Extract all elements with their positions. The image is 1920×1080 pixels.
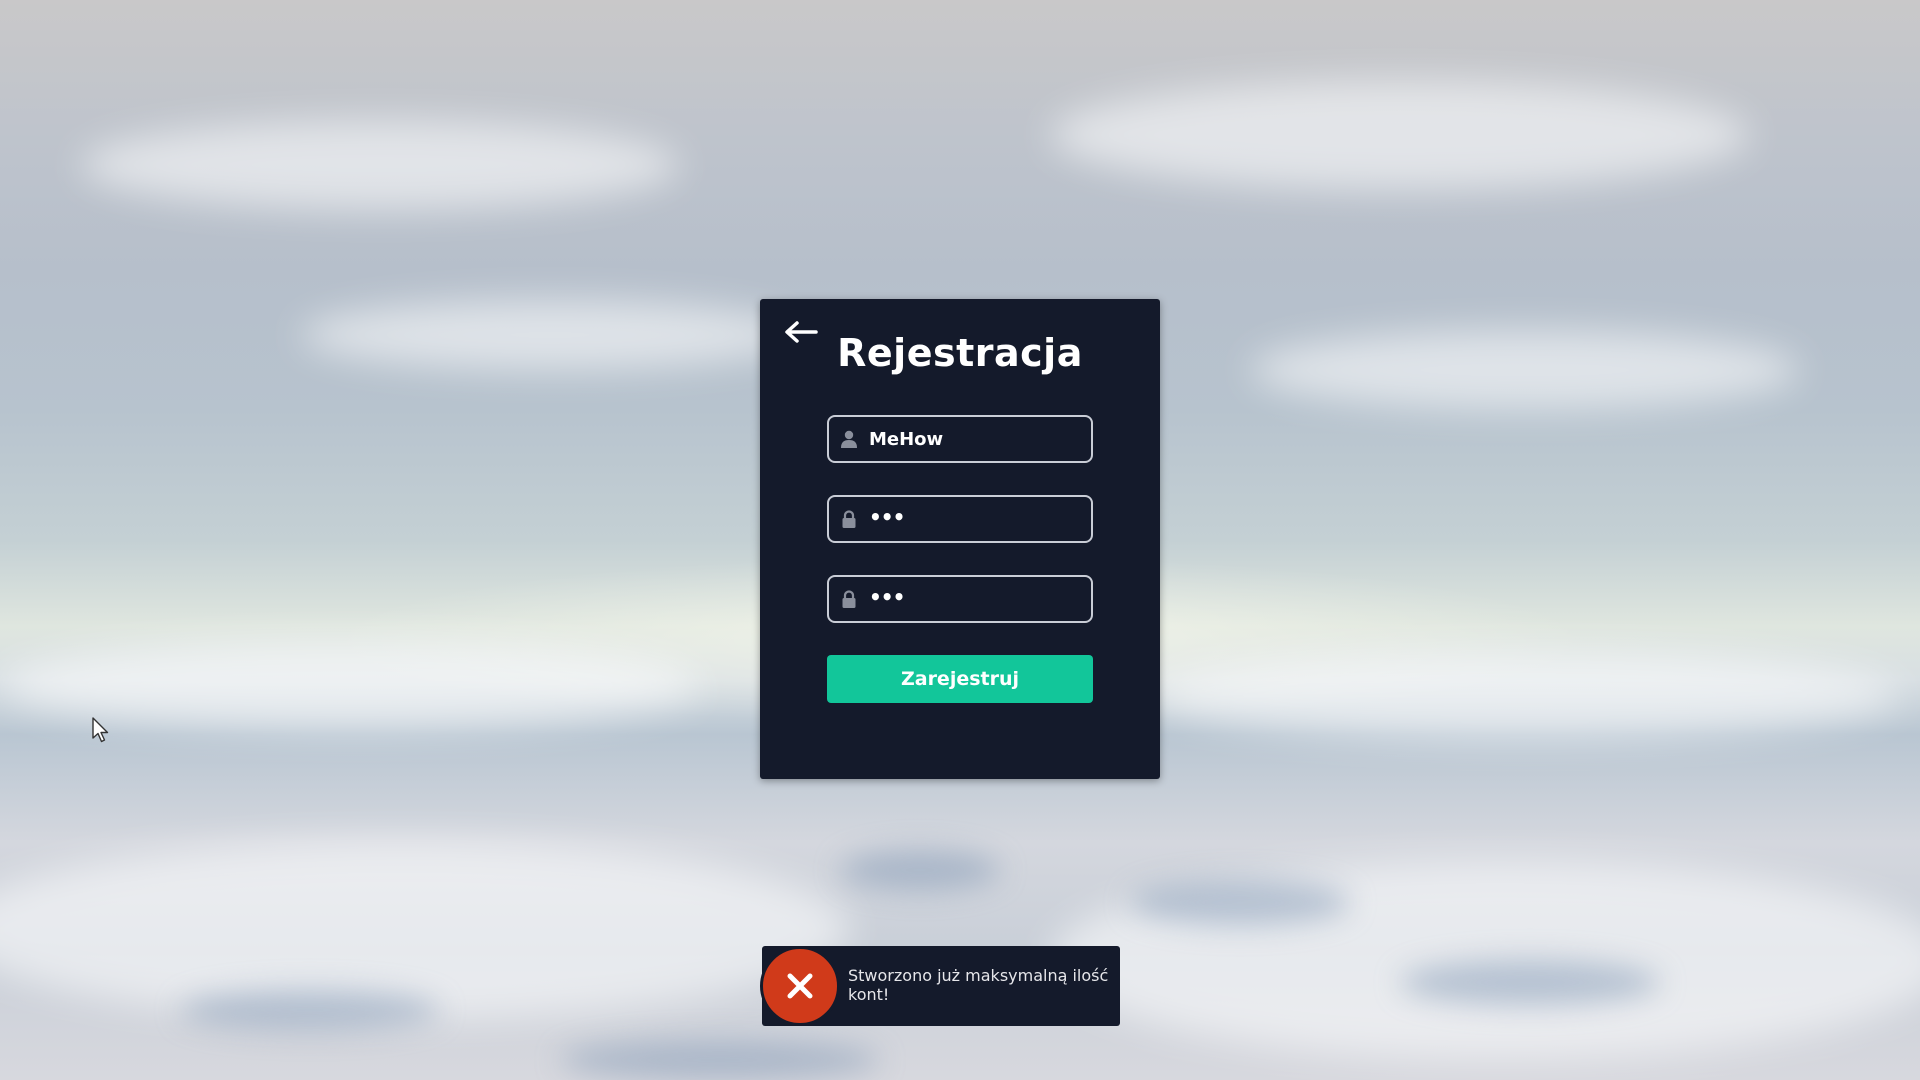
toast-message: Stworzono już maksymalną ilość kont!: [848, 966, 1109, 1004]
background-sky: Rejestracja ••• ••• Zarejestruj: [0, 0, 1920, 1080]
password-input[interactable]: •••: [869, 497, 905, 541]
page-title: Rejestracja: [837, 331, 1083, 375]
error-toast: Stworzono już maksymalną ilość kont!: [760, 946, 1120, 1026]
cloud-shadow: [1130, 880, 1350, 925]
cloud-shadow: [180, 990, 440, 1030]
username-input[interactable]: [869, 417, 1079, 461]
confirm-password-field[interactable]: •••: [827, 575, 1093, 623]
mouse-cursor-icon: [92, 717, 109, 743]
cloud: [300, 300, 800, 370]
password-field[interactable]: •••: [827, 495, 1093, 543]
lock-icon: [842, 590, 856, 608]
cloud-shadow: [1400, 960, 1660, 1005]
cloud-shadow: [560, 1040, 880, 1080]
confirm-password-input[interactable]: •••: [869, 577, 905, 621]
cloud: [1150, 650, 1900, 740]
cloud: [1050, 80, 1750, 190]
close-icon[interactable]: [763, 949, 837, 1023]
cloud-shadow: [840, 850, 1000, 890]
lock-icon: [842, 510, 856, 528]
user-icon: [841, 430, 857, 448]
error-badge: [760, 946, 840, 1026]
username-field[interactable]: [827, 415, 1093, 463]
cloud: [1250, 330, 1800, 410]
registration-panel: Rejestracja ••• ••• Zarejestruj: [760, 299, 1160, 779]
cloud: [0, 840, 850, 1020]
cloud: [80, 120, 680, 210]
register-button[interactable]: Zarejestruj: [827, 655, 1093, 703]
